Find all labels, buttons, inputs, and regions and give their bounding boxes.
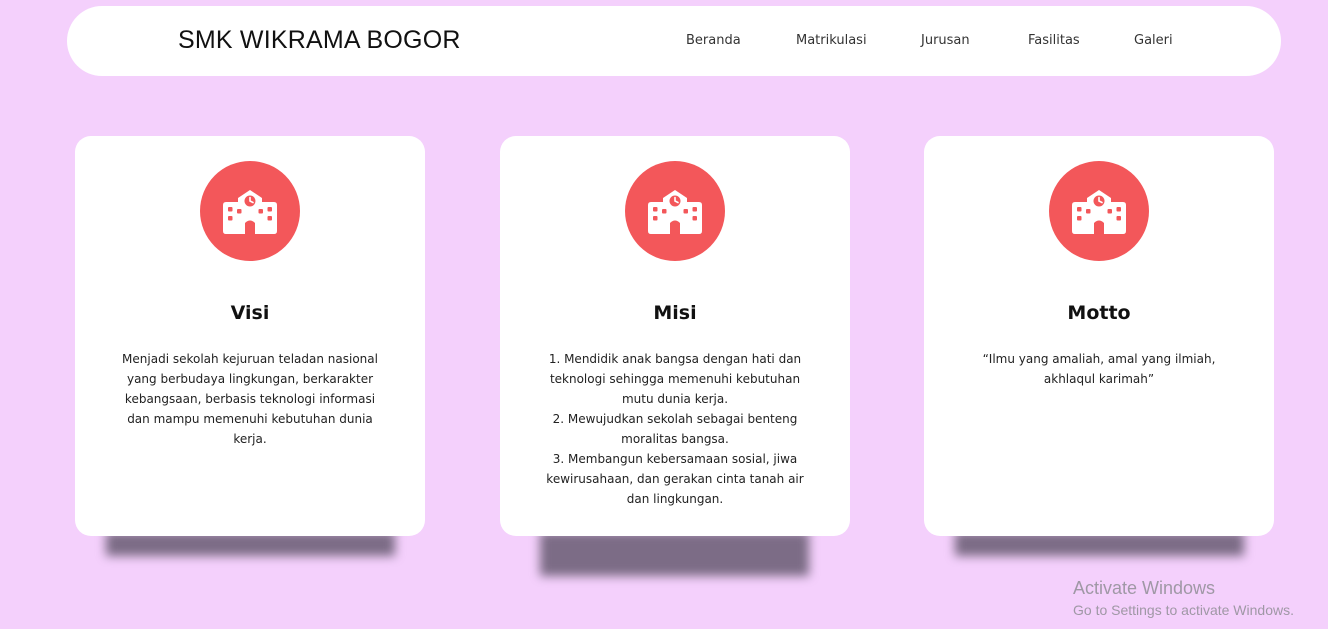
- nav-link-galeri[interactable]: Galeri: [1134, 33, 1173, 48]
- text-line: kewirusahaan, dan gerakan cinta tanah ai…: [546, 472, 804, 486]
- nav-link-matrikulasi[interactable]: Matrikulasi: [796, 33, 867, 48]
- card-text: “Ilmu yang amaliah, amal yang ilmiah, ak…: [954, 349, 1244, 389]
- card-shadow: [540, 532, 809, 576]
- card-text: 1. Mendidik anak bangsa dengan hati dan …: [530, 349, 820, 509]
- text-line: moralitas bangsa.: [621, 432, 729, 446]
- text-line: kebangsaan, berbasis teknologi informasi: [124, 392, 376, 406]
- card-visi: Visi Menjadi sekolah kejuruan teladan na…: [75, 136, 425, 536]
- text-line: 3. Membangun kebersamaan sosial, jiwa: [552, 452, 798, 466]
- text-line: dan mampu memenuhi kebutuhan dunia: [127, 412, 373, 426]
- text-line: kerja.: [233, 432, 267, 446]
- watermark-subtitle: Go to Settings to activate Windows.: [1073, 602, 1294, 618]
- watermark-title: Activate Windows: [1073, 578, 1216, 598]
- text-line: yang berbudaya lingkungan, berkarakter: [126, 372, 374, 386]
- icon-circle: [200, 161, 300, 261]
- card-motto: Motto “Ilmu yang amaliah, amal yang ilmi…: [924, 136, 1274, 536]
- text-line: 2. Mewujudkan sekolah sebagai benteng: [552, 412, 798, 426]
- text-line: mutu dunia kerja.: [621, 392, 729, 406]
- activate-windows-watermark: Activate Windows Go to Settings to activ…: [1073, 577, 1294, 621]
- card-text: Menjadi sekolah kejuruan teladan nasiona…: [105, 349, 395, 449]
- icon-circle: [625, 161, 725, 261]
- school-icon: [223, 190, 277, 234]
- school-icon: [1072, 190, 1126, 234]
- card-misi: Misi 1. Mendidik anak bangsa dengan hati…: [500, 136, 850, 536]
- text-line: 1. Mendidik anak bangsa dengan hati dan: [548, 352, 802, 366]
- text-line: dan lingkungan.: [626, 492, 724, 506]
- card-title: Motto: [1067, 302, 1131, 324]
- text-line: Menjadi sekolah kejuruan teladan nasiona…: [122, 352, 378, 366]
- brand-title[interactable]: SMK WIKRAMA BOGOR: [178, 26, 461, 55]
- text-line: teknologi sehingga memenuhi kebutuhan: [549, 372, 801, 386]
- nav-link-jurusan[interactable]: Jurusan: [921, 33, 970, 48]
- icon-circle: [1049, 161, 1149, 261]
- text-line: “Ilmu yang amaliah, amal yang ilmiah,: [982, 352, 1216, 366]
- nav-link-fasilitas[interactable]: Fasilitas: [1028, 33, 1080, 48]
- navbar: SMK WIKRAMA BOGOR Beranda Matrikulasi Ju…: [67, 6, 1281, 76]
- school-icon: [648, 190, 702, 234]
- text-line: akhlaqul karimah”: [1043, 372, 1155, 386]
- nav-link-beranda[interactable]: Beranda: [686, 33, 741, 48]
- card-title: Misi: [653, 302, 697, 324]
- card-title: Visi: [230, 302, 270, 324]
